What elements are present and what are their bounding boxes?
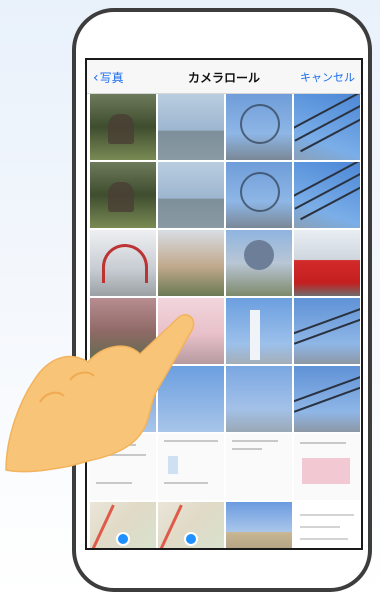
photo-thumbnail[interactable] <box>90 230 156 296</box>
map-screenshot-thumbnail[interactable] <box>158 502 224 548</box>
photo-thumbnail[interactable] <box>294 230 360 296</box>
photo-thumbnail[interactable] <box>158 366 224 432</box>
screenshot-thumbnail[interactable] <box>90 434 156 500</box>
photo-thumbnail[interactable] <box>226 366 292 432</box>
screenshot-thumbnail[interactable] <box>294 502 360 548</box>
photo-thumbnail[interactable] <box>226 230 292 296</box>
photo-thumbnail[interactable] <box>294 94 360 160</box>
photo-thumbnail[interactable] <box>226 162 292 228</box>
photo-thumbnail[interactable] <box>226 298 292 364</box>
photo-thumbnail[interactable] <box>158 94 224 160</box>
cancel-button[interactable]: キャンセル <box>300 69 355 85</box>
phone-screen: ‹ 写真 カメラロール キャンセル <box>85 58 363 550</box>
photo-thumbnail[interactable] <box>90 366 156 432</box>
photo-thumbnail[interactable] <box>294 366 360 432</box>
photo-thumbnail[interactable] <box>226 94 292 160</box>
photo-thumbnail[interactable] <box>158 298 224 364</box>
photo-thumbnail[interactable] <box>90 162 156 228</box>
photo-thumbnail[interactable] <box>294 162 360 228</box>
photo-thumbnail[interactable] <box>294 298 360 364</box>
photo-thumbnail[interactable] <box>226 502 292 548</box>
navigation-bar: ‹ 写真 カメラロール キャンセル <box>87 60 361 94</box>
screenshot-thumbnail[interactable] <box>158 434 224 500</box>
photo-thumbnail[interactable] <box>90 94 156 160</box>
photo-thumbnail[interactable] <box>90 298 156 364</box>
photo-thumbnail[interactable] <box>158 162 224 228</box>
screenshot-thumbnail[interactable] <box>294 434 360 500</box>
screenshot-thumbnail[interactable] <box>226 434 292 500</box>
photo-grid <box>90 94 360 548</box>
map-screenshot-thumbnail[interactable] <box>90 502 156 548</box>
photo-thumbnail[interactable] <box>158 230 224 296</box>
